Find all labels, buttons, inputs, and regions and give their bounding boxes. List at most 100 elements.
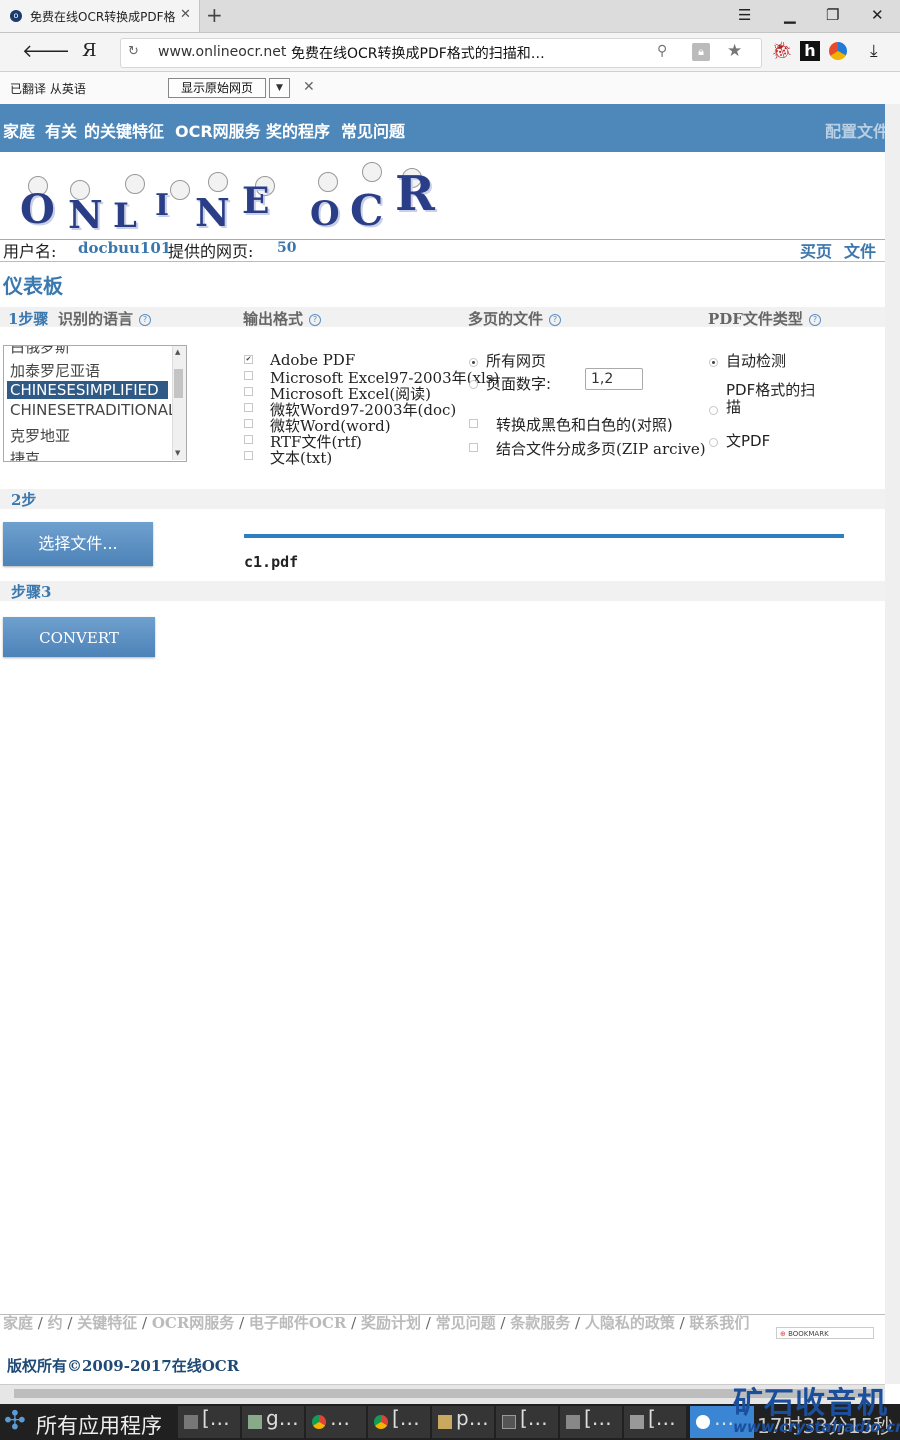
- format-checkbox-rtf[interactable]: [244, 435, 253, 444]
- language-listbox[interactable]: 白俄罗斯 加泰罗尼亚语 CHINESESIMPLIFIED CHINESETRA…: [3, 345, 187, 462]
- combine-zip-label: 结合文件分成多页(ZIP arcive): [496, 440, 706, 458]
- footer-link-ocr-service[interactable]: OCR网服务: [152, 1314, 234, 1332]
- back-arrow-icon[interactable]: 🡐: [22, 41, 70, 62]
- help-icon[interactable]: ?: [808, 314, 821, 326]
- menu-icon[interactable]: ☰: [738, 6, 751, 24]
- color-extension-icon[interactable]: [829, 42, 847, 60]
- show-original-button[interactable]: 显示原始网页: [168, 78, 266, 98]
- taskbar-item[interactable]: […: [624, 1406, 686, 1438]
- format-checkbox-doc[interactable]: [244, 403, 253, 412]
- language-list-scrollbar[interactable]: [172, 346, 186, 460]
- footer-link-rewards[interactable]: 奖励计划: [361, 1314, 421, 1332]
- bookmark-share-button[interactable]: ⊕ BOOKMARK: [776, 1327, 874, 1339]
- restore-icon[interactable]: ❐: [826, 6, 839, 24]
- scroll-up-icon[interactable]: ▲: [175, 348, 180, 356]
- nav-profile[interactable]: 配置文件: [825, 118, 889, 142]
- url-page-title[interactable]: 免费在线OCR转换成PDF格式的扫描和…: [291, 43, 545, 63]
- language-list-scroll-thumb[interactable]: [174, 369, 183, 398]
- language-option[interactable]: 加泰罗尼亚语: [10, 360, 100, 381]
- all-pages-radio[interactable]: [469, 358, 478, 367]
- bookmark-star-icon[interactable]: ★: [727, 41, 742, 61]
- reload-icon[interactable]: ↻: [128, 44, 139, 59]
- footer-link-faq[interactable]: 常见问题: [436, 1314, 496, 1332]
- vertical-scrollbar[interactable]: [885, 104, 900, 1384]
- pages-label: 提供的网页:: [168, 242, 254, 261]
- convert-button[interactable]: CONVERT: [3, 617, 155, 657]
- taskbar-item[interactable]: …: [306, 1406, 366, 1438]
- window-close-icon[interactable]: ✕: [871, 6, 884, 24]
- nav-home[interactable]: 家庭: [3, 118, 35, 142]
- format-checkbox-pdf[interactable]: ✔: [244, 355, 253, 364]
- pdf-auto-radio[interactable]: [709, 358, 718, 367]
- divider: [0, 261, 885, 262]
- separator: /: [421, 1314, 436, 1332]
- nav-ocr-service[interactable]: OCR网服务: [175, 118, 261, 142]
- language-option-selected[interactable]: CHINESESIMPLIFIED: [7, 381, 168, 399]
- yandex-browser-icon: [696, 1415, 710, 1429]
- yandex-logo-icon[interactable]: Я: [82, 40, 97, 61]
- page-numbers-radio[interactable]: [469, 380, 478, 389]
- app-icon: [184, 1415, 198, 1429]
- footer-links: 家庭 / 约 / 关键特征 / OCR网服务 / 电子邮件OCR / 奖励计划 …: [3, 1315, 773, 1332]
- format-checkbox-xls[interactable]: [244, 371, 253, 380]
- taskbar-item[interactable]: g…: [242, 1406, 304, 1438]
- task-label: […: [648, 1406, 676, 1430]
- url-domain[interactable]: www.onlineocr.net: [158, 44, 286, 60]
- tab-close-icon[interactable]: ✕: [180, 7, 191, 22]
- separator: /: [570, 1314, 585, 1332]
- lock-icon[interactable]: 🔒︎: [692, 43, 710, 61]
- nav-about[interactable]: 有关: [45, 118, 77, 142]
- output-format-heading-text: 输出格式: [243, 310, 304, 328]
- pdf-text-radio[interactable]: [709, 438, 718, 447]
- browser-tab[interactable]: o 免费在线OCR转换成PDF格式 ✕: [0, 0, 200, 32]
- footer-link-about[interactable]: 约: [48, 1314, 63, 1332]
- ladybug-extension-icon[interactable]: 🐞︎: [771, 41, 793, 61]
- help-icon[interactable]: ?: [309, 314, 322, 326]
- taskbar-item[interactable]: p…: [432, 1406, 494, 1438]
- nav-reward-program[interactable]: 奖的程序: [266, 118, 330, 142]
- pdf-scan-radio[interactable]: [709, 406, 718, 415]
- help-icon[interactable]: ?: [139, 314, 152, 326]
- language-option[interactable]: 克罗地亚: [10, 425, 70, 446]
- buy-pages-link[interactable]: 买页: [800, 238, 832, 262]
- footer-link-features[interactable]: 关键特征: [77, 1314, 137, 1332]
- h-extension-icon[interactable]: h: [800, 41, 820, 61]
- taskbar-item[interactable]: […: [368, 1406, 430, 1438]
- choose-file-button[interactable]: 选择文件...: [3, 522, 153, 566]
- help-icon[interactable]: ?: [549, 314, 562, 326]
- app-menu-icon[interactable]: ✣: [4, 1406, 26, 1436]
- watermark-title: 矿石收音机: [733, 1386, 888, 1421]
- task-label: p…: [456, 1406, 489, 1430]
- language-option[interactable]: 白俄罗斯: [10, 346, 70, 357]
- all-apps-button[interactable]: 所有应用程序: [36, 1410, 162, 1440]
- translate-dropdown-chevron-icon[interactable]: ▼: [269, 78, 290, 98]
- translate-close-icon[interactable]: ✕: [303, 79, 315, 95]
- site-nav: 家庭 有关 的关键特征 OCR网服务 奖的程序 常见问题 配置文件: [0, 104, 889, 152]
- search-icon[interactable]: ⚲: [657, 43, 667, 59]
- format-checkbox-txt[interactable]: [244, 451, 253, 460]
- nav-key-features[interactable]: 的关键特征: [84, 118, 164, 142]
- files-link[interactable]: 文件: [844, 238, 876, 262]
- footer-link-email-ocr[interactable]: 电子邮件OCR: [249, 1314, 346, 1332]
- minimize-icon[interactable]: ▁: [784, 6, 796, 24]
- footer-link-privacy[interactable]: 人隐私的政策: [585, 1314, 675, 1332]
- taskbar-item[interactable]: […: [496, 1406, 558, 1438]
- footer-link-home[interactable]: 家庭: [3, 1314, 33, 1332]
- languages-heading: 识别的语言?: [58, 308, 152, 329]
- footer-link-terms[interactable]: 条款服务: [510, 1314, 570, 1332]
- taskbar-item[interactable]: […: [178, 1406, 240, 1438]
- footer-link-contact[interactable]: 联系我们: [689, 1314, 749, 1332]
- combine-zip-checkbox[interactable]: [469, 443, 478, 452]
- logo-letter: O: [20, 186, 55, 233]
- convert-bw-checkbox[interactable]: [469, 419, 478, 428]
- page-numbers-input[interactable]: 1,2: [585, 368, 643, 390]
- new-tab-button[interactable]: +: [206, 3, 223, 27]
- language-option[interactable]: 捷克: [10, 448, 40, 461]
- format-checkbox-xlsx[interactable]: [244, 387, 253, 396]
- taskbar-item[interactable]: […: [560, 1406, 622, 1438]
- format-checkbox-docx[interactable]: [244, 419, 253, 428]
- language-option[interactable]: CHINESETRADITIONAL: [10, 401, 176, 419]
- nav-faq[interactable]: 常见问题: [341, 118, 405, 142]
- scroll-down-icon[interactable]: ▼: [175, 449, 180, 457]
- download-icon[interactable]: ⤓: [870, 41, 878, 61]
